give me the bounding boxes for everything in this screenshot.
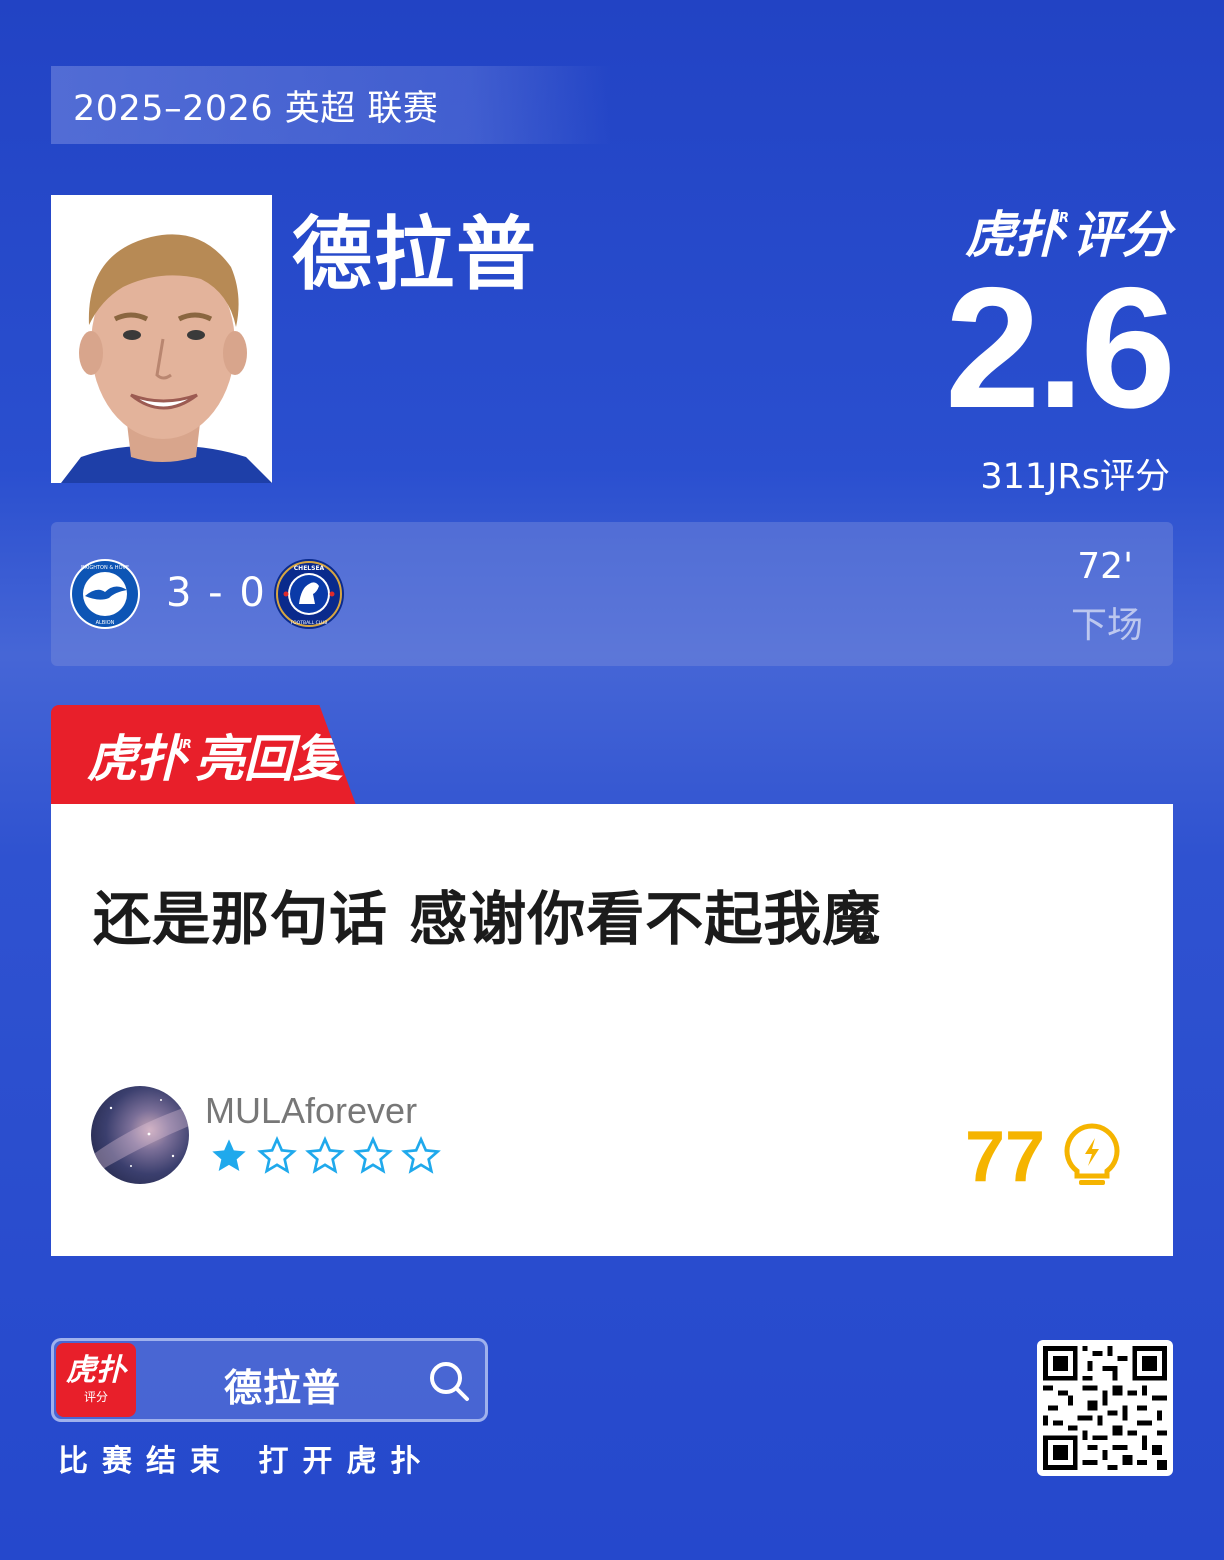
season-label: 2025–2026 英超 联赛 bbox=[73, 88, 439, 129]
hot-reply-tab: 虎扑JR亮回复 bbox=[51, 705, 356, 805]
match-score: 3 - 0 bbox=[166, 570, 267, 616]
qr-code bbox=[1037, 1340, 1173, 1476]
hupu-app-icon: 虎扑 评分 bbox=[56, 1343, 136, 1417]
comment-text: 还是那句话 感谢你看不起我魔 bbox=[93, 885, 882, 953]
search-query: 德拉普 bbox=[224, 1366, 342, 1410]
star-empty-icon bbox=[401, 1136, 441, 1174]
username[interactable]: MULAforever bbox=[205, 1090, 417, 1132]
star-empty-icon bbox=[305, 1136, 345, 1174]
user-avatar[interactable] bbox=[91, 1086, 189, 1184]
star-empty-icon bbox=[257, 1136, 297, 1174]
star-filled-icon bbox=[212, 1139, 246, 1171]
svg-text:ALBION: ALBION bbox=[96, 620, 115, 626]
player-name: 德拉普 bbox=[292, 208, 538, 301]
lightbulb-like-icon[interactable] bbox=[1061, 1122, 1123, 1192]
search-bar[interactable]: 虎扑 评分 德拉普 bbox=[51, 1338, 488, 1422]
substitution-status: 下场 bbox=[1070, 605, 1143, 646]
app-icon-sub-text: 评分 bbox=[83, 1389, 108, 1404]
player-photo bbox=[51, 195, 272, 483]
svg-text:BRIGHTON & HOVE: BRIGHTON & HOVE bbox=[81, 565, 129, 571]
user-star-rating bbox=[209, 1136, 441, 1176]
match-info-bar[interactable]: BRIGHTON & HOVE ALBION 3 - 0 CHELSEA FOO… bbox=[51, 522, 1173, 666]
chelsea-badge-icon: CHELSEA FOOTBALL CLUB bbox=[273, 558, 345, 630]
rating-count: 311JRs评分 bbox=[980, 457, 1170, 497]
brand-sup: JR bbox=[1055, 211, 1069, 226]
svg-text:FOOTBALL CLUB: FOOTBALL CLUB bbox=[291, 620, 328, 626]
search-icon[interactable] bbox=[427, 1359, 471, 1403]
app-icon-main-text: 虎扑 bbox=[66, 1352, 126, 1388]
svg-text:CHELSEA: CHELSEA bbox=[294, 565, 325, 572]
star-empty-icon bbox=[353, 1136, 393, 1174]
hot-reply-card[interactable]: 还是那句话 感谢你看不起我魔 MULAforever 77 bbox=[51, 804, 1173, 1256]
substitution-minute: 72' bbox=[1077, 546, 1133, 587]
hot-reply-label: 虎扑JR亮回复 bbox=[87, 730, 343, 788]
like-count: 77 bbox=[965, 1117, 1046, 1197]
rating-score: 2.6 bbox=[944, 252, 1176, 444]
season-banner: 2025–2026 英超 联赛 bbox=[51, 66, 611, 144]
brighton-badge-icon: BRIGHTON & HOVE ALBION bbox=[69, 558, 141, 630]
footer-caption: 比赛结束 打开虎扑 bbox=[58, 1444, 435, 1479]
